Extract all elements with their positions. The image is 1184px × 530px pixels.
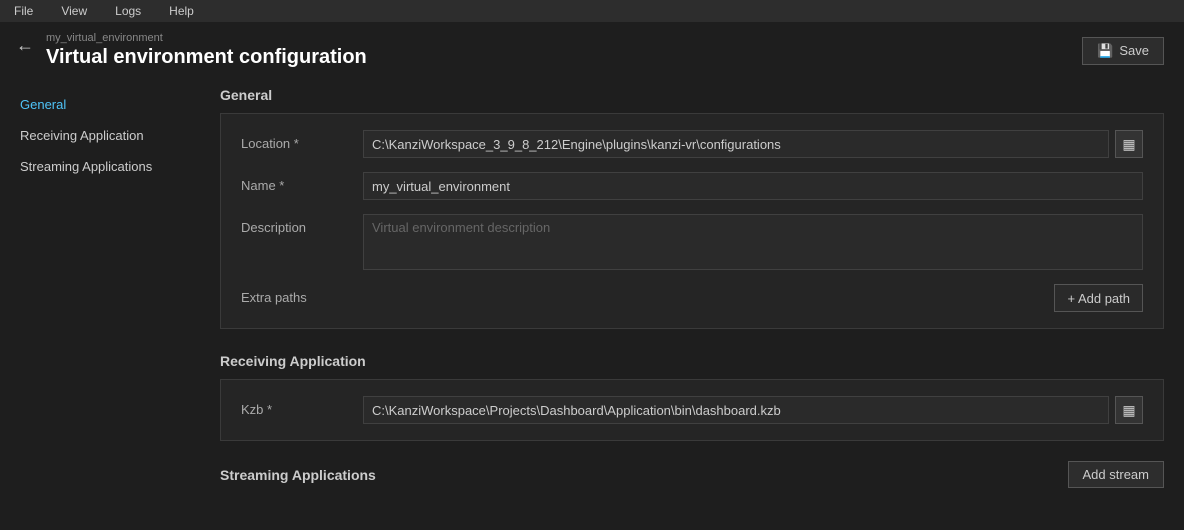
extra-paths-row: Extra paths + Add path [241,284,1143,312]
body: General Receiving Application Streaming … [0,79,1184,530]
description-label: Description [241,214,351,235]
extra-paths-field: + Add path [363,284,1143,312]
sidebar-item-streaming-applications[interactable]: Streaming Applications [0,151,200,182]
kzb-input[interactable] [363,396,1109,424]
app-container: ← my_virtual_environment Virtual environ… [0,22,1184,530]
header-title-group: my_virtual_environment Virtual environme… [46,32,367,69]
description-field [363,214,1143,270]
add-stream-button[interactable]: Add stream [1068,461,1164,488]
streaming-section-title: Streaming Applications [220,467,376,483]
general-section-title: General [220,79,1164,103]
location-label: Location * [241,130,351,151]
location-field: ▦ [363,130,1143,158]
breadcrumb: my_virtual_environment [46,32,367,44]
back-button[interactable]: ← [16,36,34,54]
location-input[interactable] [363,130,1109,158]
add-path-button[interactable]: + Add path [1054,284,1143,312]
menubar: File View Logs Help [0,0,1184,22]
name-input[interactable] [363,172,1143,200]
kzb-row: Kzb * ▦ [241,396,1143,424]
menu-file[interactable]: File [8,2,39,20]
sidebar: General Receiving Application Streaming … [0,79,200,530]
menu-view[interactable]: View [55,2,93,20]
name-row: Name * [241,172,1143,200]
save-icon: 💾 [1097,43,1113,59]
name-field [363,172,1143,200]
streaming-section-header: Streaming Applications Add stream [220,457,1164,488]
folder-icon: ▦ [1122,402,1135,419]
sidebar-item-general[interactable]: General [0,89,200,120]
save-button[interactable]: 💾 Save [1082,37,1164,65]
kzb-field: ▦ [363,396,1143,424]
extra-paths-label: Extra paths [241,284,351,305]
kzb-browse-button[interactable]: ▦ [1115,396,1143,424]
header-left: ← my_virtual_environment Virtual environ… [16,32,367,69]
page-title: Virtual environment configuration [46,46,367,69]
general-form-card: Location * ▦ Name * [220,113,1164,329]
receiving-form-card: Kzb * ▦ [220,379,1164,441]
menu-logs[interactable]: Logs [109,2,147,20]
menu-help[interactable]: Help [163,2,200,20]
header: ← my_virtual_environment Virtual environ… [0,22,1184,79]
location-browse-button[interactable]: ▦ [1115,130,1143,158]
description-textarea[interactable] [363,214,1143,270]
folder-icon: ▦ [1122,136,1135,153]
content-area: General Location * ▦ Name * [200,79,1184,530]
kzb-label: Kzb * [241,396,351,417]
location-row: Location * ▦ [241,130,1143,158]
sidebar-item-receiving-application[interactable]: Receiving Application [0,120,200,151]
name-label: Name * [241,172,351,193]
description-row: Description [241,214,1143,270]
save-label: Save [1119,43,1149,58]
receiving-section-title: Receiving Application [220,345,1164,369]
